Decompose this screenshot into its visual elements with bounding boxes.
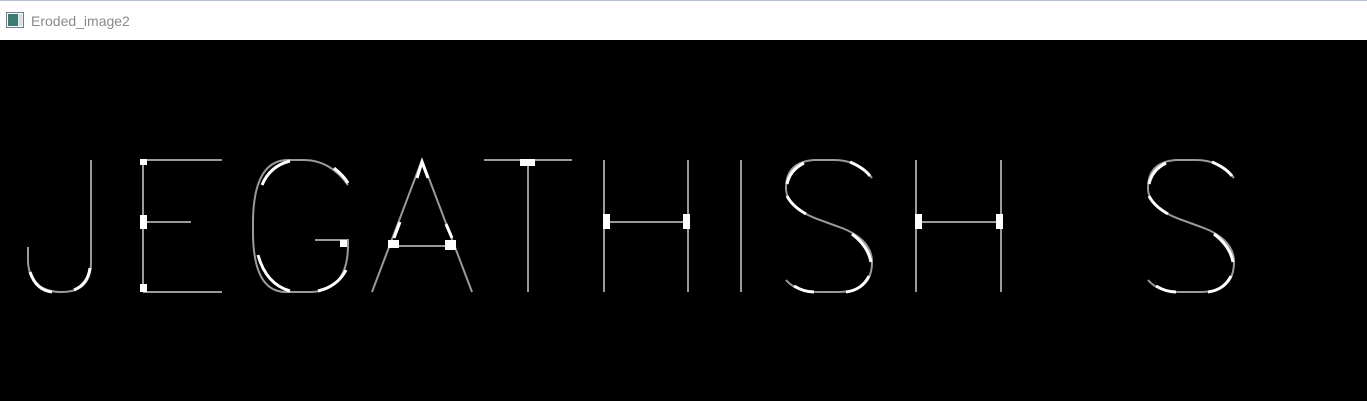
image-window-icon: [6, 12, 24, 28]
glyph-t: [484, 159, 572, 292]
glyph-s-2: [1146, 159, 1236, 294]
glyph-a: [371, 157, 473, 293]
glyph-g: [252, 159, 350, 293]
glyph-e: [140, 159, 222, 293]
glyph-s-1: [784, 159, 874, 294]
image-window: Eroded_image2: [0, 0, 1367, 401]
eroded-text-graphic: [27, 157, 1236, 294]
glyph-j: [27, 160, 92, 294]
eroded-image-canvas: [0, 40, 1367, 401]
window-titlebar[interactable]: Eroded_image2: [0, 1, 1367, 40]
glyph-h-2: [915, 160, 1003, 292]
window-title: Eroded_image2: [31, 13, 130, 29]
glyph-h-1: [603, 160, 690, 292]
